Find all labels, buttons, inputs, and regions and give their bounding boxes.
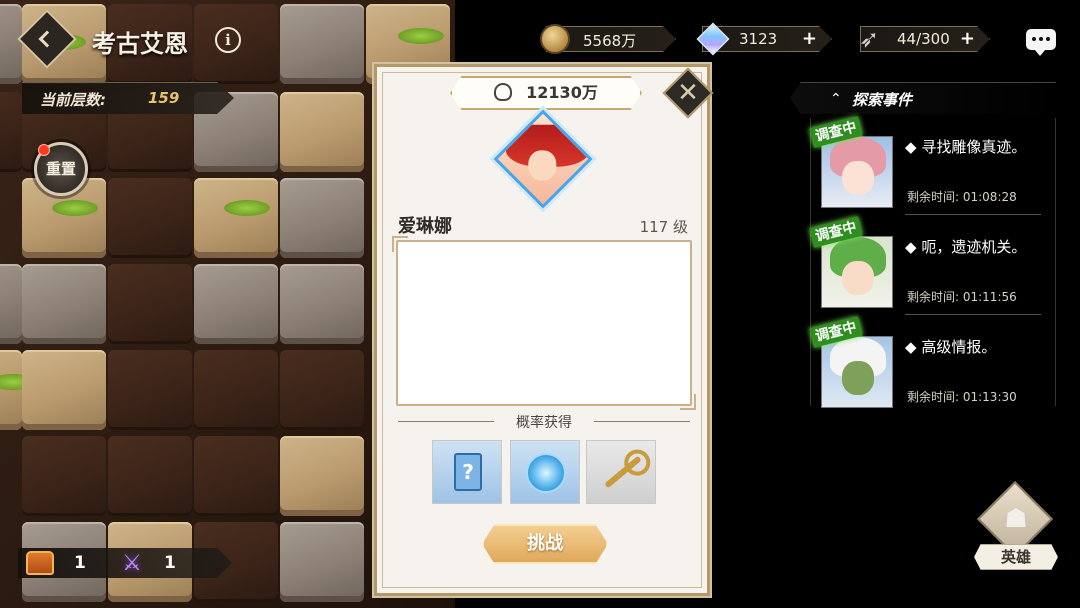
- board-tile[interactable]: [280, 436, 364, 516]
- divider: [905, 314, 1041, 315]
- hero-silhouette-icon: ☗: [1004, 504, 1028, 534]
- event-portrait: [821, 236, 893, 308]
- events-title: 探索事件: [852, 91, 913, 109]
- add-stamina-button[interactable]: +: [960, 28, 975, 49]
- reward-section-label: 概率获得: [398, 412, 690, 432]
- hero-name: 爱琳娜: [398, 216, 452, 237]
- board-tile: [194, 436, 278, 516]
- events-header[interactable]: ⌃ 探索事件: [790, 82, 1056, 114]
- page-title: 考古艾恩: [92, 29, 188, 58]
- reward-item-key[interactable]: [586, 440, 656, 504]
- reward-item-scroll[interactable]: ?: [432, 440, 502, 504]
- gold-coin-icon: [540, 24, 570, 54]
- reset-control[interactable]: 重置: [24, 132, 98, 206]
- event-text: ◆ 高级情报。: [905, 338, 997, 356]
- board-tile[interactable]: [280, 522, 364, 602]
- key-icon: [604, 455, 642, 489]
- board-tile: [108, 350, 192, 430]
- board-tile: [108, 178, 192, 258]
- floor-value: 159: [148, 89, 180, 107]
- collapse-caret-icon[interactable]: ⌃: [830, 91, 842, 107]
- gold-value: 5568万: [583, 32, 637, 50]
- hero-level: 117 级: [639, 218, 688, 236]
- board-tile[interactable]: [0, 264, 22, 344]
- floor-label: 当前层数:: [40, 91, 106, 109]
- chest-count: 1: [74, 553, 86, 573]
- info-icon[interactable]: i: [215, 27, 241, 53]
- inventory-counter-bar: 1 ⚔ 1: [18, 548, 232, 578]
- description-box: [392, 236, 696, 410]
- divider: [905, 214, 1041, 215]
- board-tile: [108, 264, 192, 344]
- board-tile: [0, 92, 22, 172]
- board-tile: [280, 350, 364, 430]
- event-portrait: [821, 336, 893, 408]
- floor-indicator: 当前层数: 159: [22, 82, 234, 114]
- board-tile[interactable]: [22, 350, 106, 430]
- notification-dot: [38, 144, 50, 156]
- event-item[interactable]: 调查中 ◆ 寻找雕像真迹。 剩余时间: 01:08:28: [809, 116, 1057, 216]
- orb-icon: [526, 453, 566, 493]
- skull-icon: [494, 83, 513, 101]
- stamina-value: 44/300: [897, 30, 950, 48]
- spear-icon: ➶: [858, 25, 880, 53]
- event-text: ◆ 寻找雕像真迹。: [905, 138, 1027, 156]
- swords-count: 1: [164, 553, 176, 573]
- event-time: 剩余时间: 01:08:28: [907, 190, 1017, 204]
- event-text: ◆ 呃，遗迹机关。: [905, 238, 1027, 256]
- board-tile[interactable]: [0, 350, 36, 430]
- board-tile[interactable]: [280, 178, 364, 258]
- chat-icon[interactable]: [1026, 29, 1056, 56]
- add-gems-button[interactable]: +: [802, 28, 817, 49]
- event-time: 剩余时间: 01:13:30: [907, 390, 1017, 404]
- power-plate: 12130万: [450, 76, 642, 110]
- board-tile[interactable]: [194, 264, 278, 344]
- board-tile: [22, 436, 106, 516]
- back-arrow-icon: [38, 30, 56, 48]
- board-tile: [194, 350, 278, 430]
- gem-value: 3123: [739, 30, 778, 48]
- reward-item-orb[interactable]: [510, 440, 580, 504]
- close-icon: ✕: [677, 78, 699, 108]
- challenge-button[interactable]: 挑战: [482, 524, 608, 564]
- board-tile[interactable]: [280, 264, 364, 344]
- board-tile: [108, 436, 192, 516]
- event-item[interactable]: 调查中 ◆ 呃，遗迹机关。 剩余时间: 01:11:56: [809, 216, 1057, 316]
- board-tile[interactable]: [22, 264, 106, 344]
- treasure-chest-icon: [26, 551, 54, 575]
- events-list: 调查中 ◆ 寻找雕像真迹。 剩余时间: 01:08:28 调查中 ◆ 呃，遗迹机…: [809, 116, 1057, 408]
- board-tile[interactable]: [280, 4, 364, 84]
- event-item[interactable]: 调查中 ◆ 高级情报。 剩余时间: 01:13:30: [809, 316, 1057, 416]
- board-tile[interactable]: [0, 4, 22, 84]
- event-portrait: [821, 136, 893, 208]
- power-value: 12130万: [526, 83, 598, 102]
- crossed-swords-icon: ⚔: [122, 551, 142, 576]
- scroll-icon: ?: [454, 453, 482, 491]
- event-time: 剩余时间: 01:11:56: [907, 290, 1017, 304]
- hero-button[interactable]: ☗ 英雄: [974, 480, 1058, 572]
- board-tile[interactable]: [194, 178, 278, 258]
- board-tile[interactable]: [280, 92, 364, 172]
- hero-button-label: 英雄: [974, 544, 1058, 570]
- encounter-card: 12130万 ✕ 爱琳娜 117 级 概率获得 ? 挑战: [372, 62, 714, 598]
